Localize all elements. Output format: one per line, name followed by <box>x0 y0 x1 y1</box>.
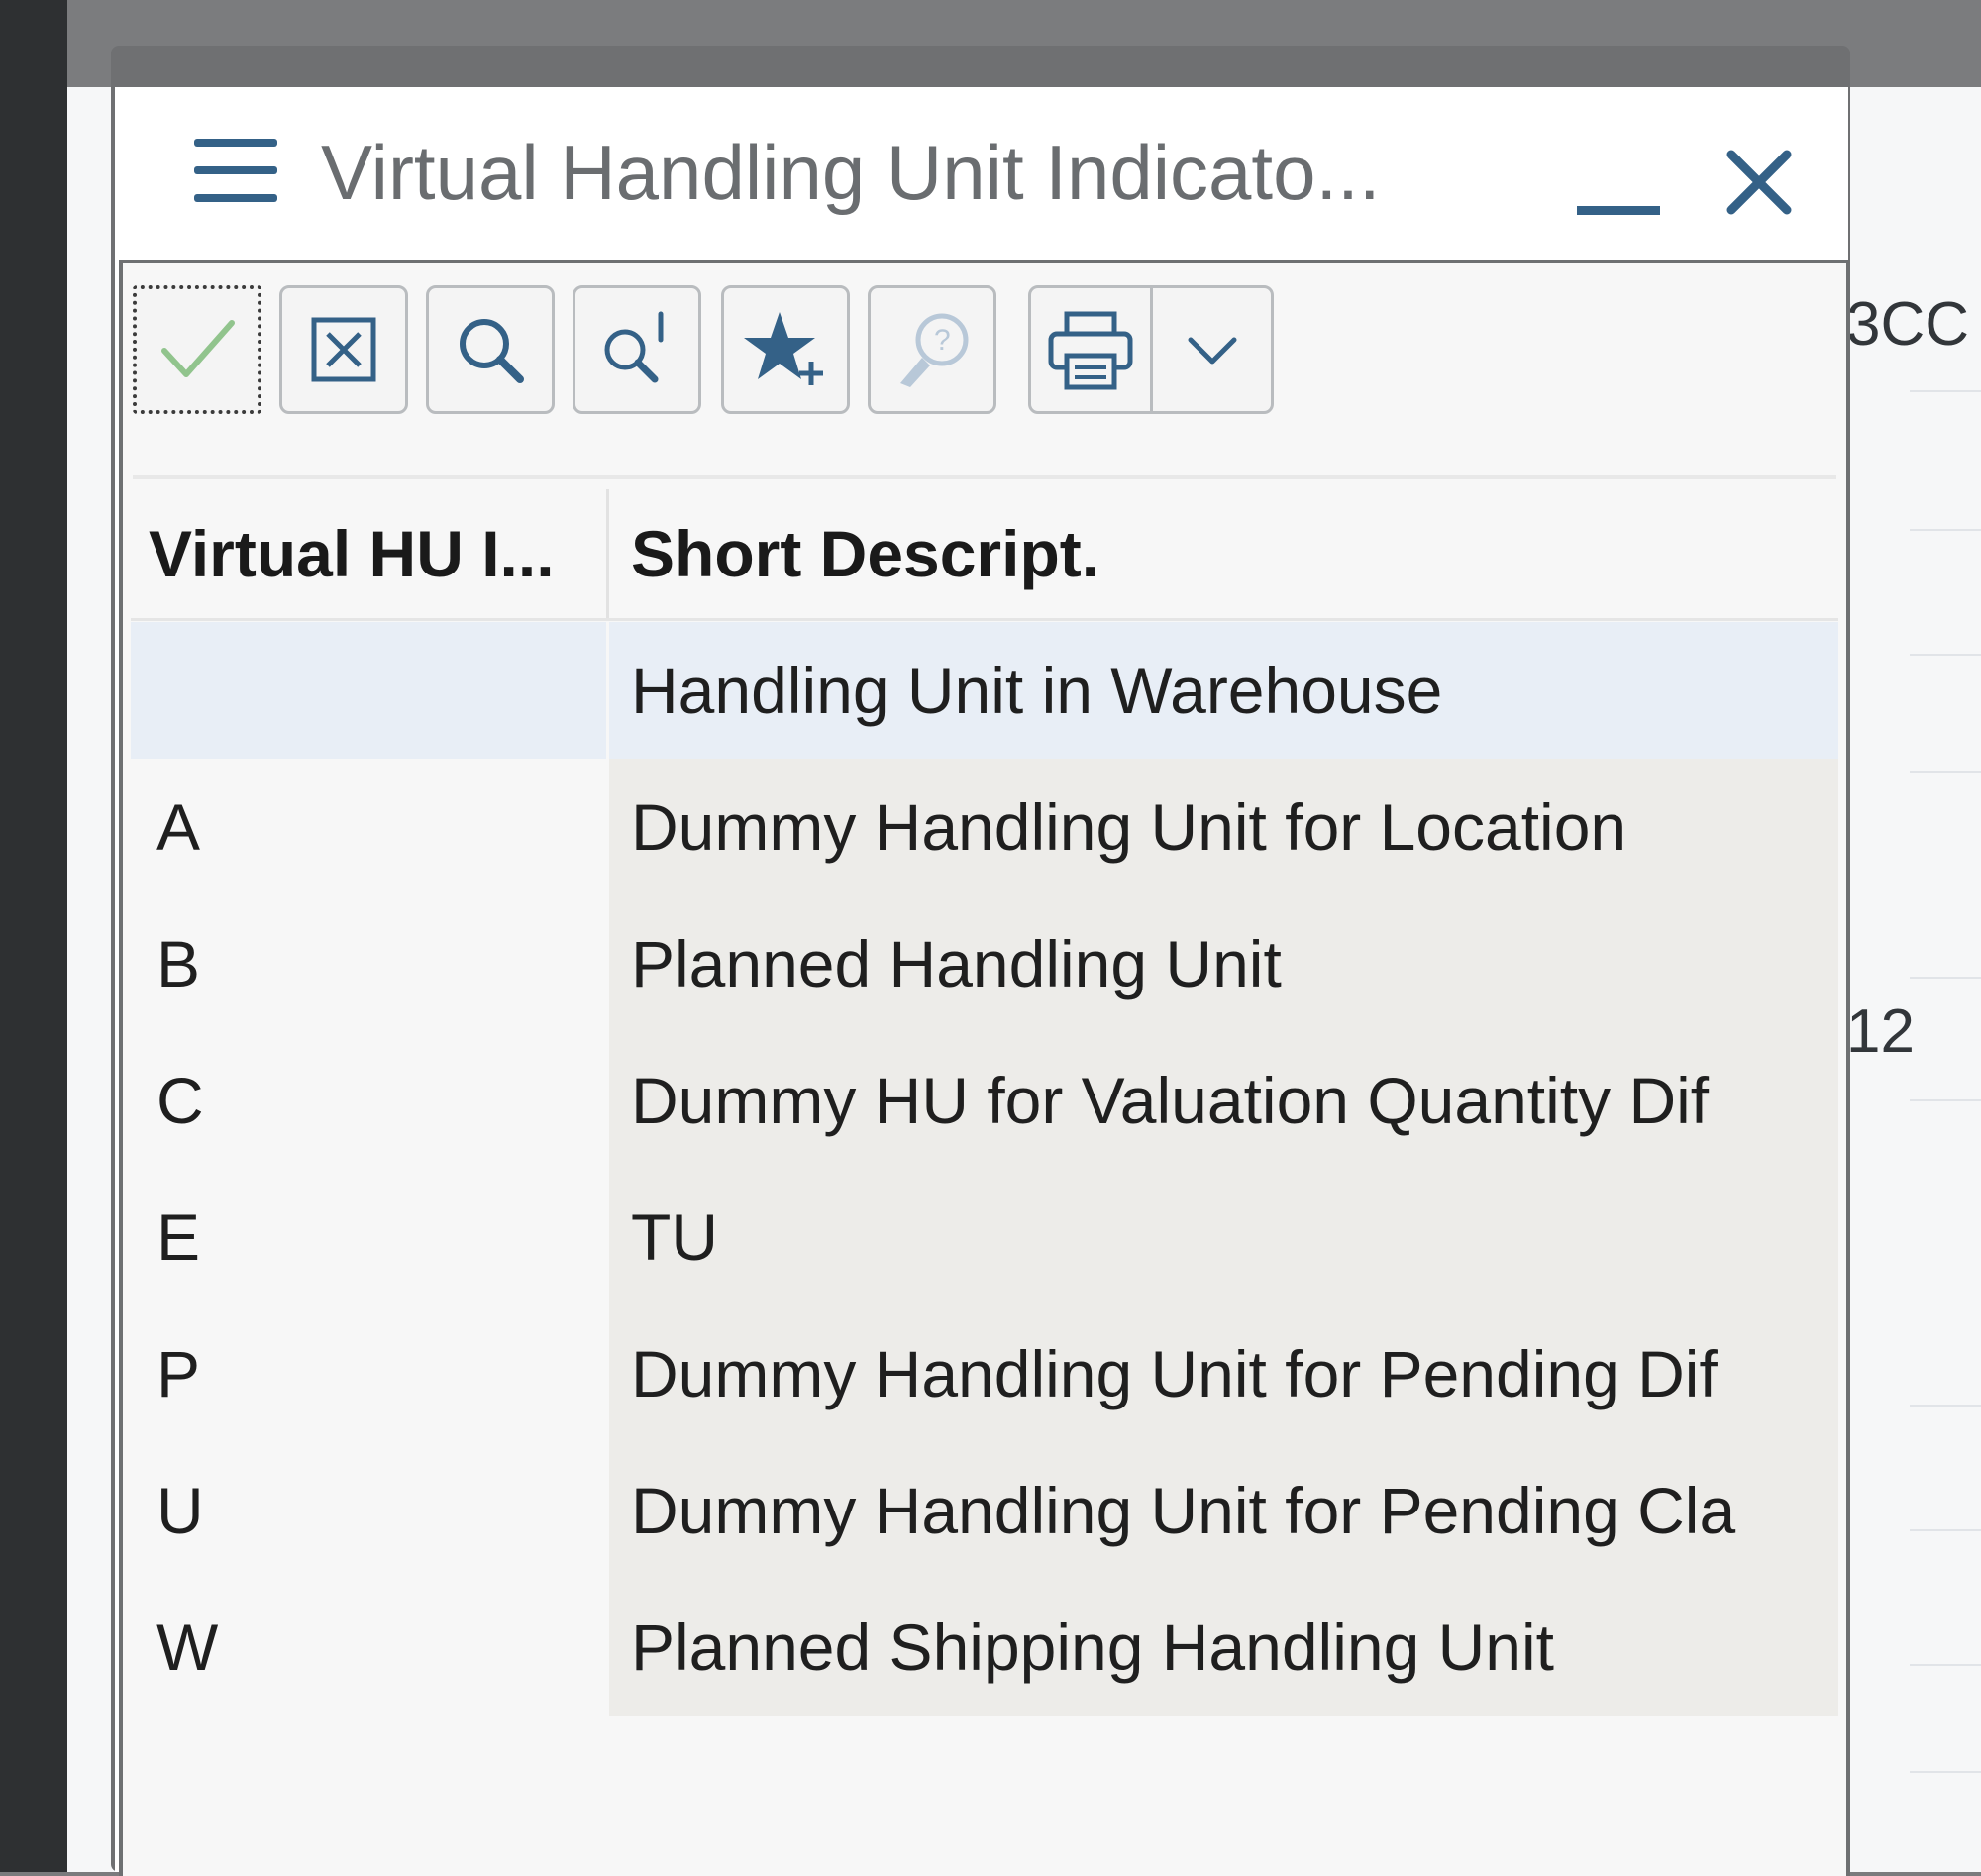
help-icon: ? <box>900 313 969 387</box>
bg-text-fragment: 3CC <box>1846 290 1970 359</box>
bg-divider <box>1910 1405 1981 1407</box>
minimize-icon <box>1577 206 1660 215</box>
table-row[interactable]: A Dummy Handling Unit for Location <box>131 759 1838 895</box>
print-options-dropdown[interactable] <box>1153 288 1272 411</box>
help-button[interactable]: ? <box>868 285 996 414</box>
bg-divider <box>1910 1099 1981 1101</box>
column-divider[interactable] <box>606 489 609 618</box>
row-description: Planned Handling Unit <box>631 927 1282 1000</box>
ok-button[interactable] <box>133 285 261 414</box>
value-help-dialog: Virtual Handling Unit Indicato... ? Virt… <box>115 87 1850 1876</box>
dialog-title-bar[interactable]: Virtual Handling Unit Indicato... <box>115 87 1848 260</box>
row-cell-code: C <box>131 1032 606 1169</box>
row-code: A <box>156 790 201 864</box>
add-favorite-button[interactable] <box>721 285 850 414</box>
toolbar-separator <box>133 475 1836 479</box>
row-cell-code: U <box>131 1442 606 1579</box>
print-button[interactable] <box>1031 288 1150 411</box>
row-description: Dummy Handling Unit for Location <box>631 790 1627 864</box>
table-row[interactable]: Handling Unit in Warehouse <box>131 622 1838 759</box>
row-cell-description: Dummy Handling Unit for Pending Cla <box>609 1442 1838 1579</box>
row-code: E <box>156 1200 201 1274</box>
column-header-virtual-hu[interactable]: Virtual HU I... <box>149 489 594 618</box>
row-cell-description: Handling Unit in Warehouse <box>609 622 1838 759</box>
row-description: Handling Unit in Warehouse <box>631 654 1443 727</box>
row-description: Dummy HU for Valuation Quantity Dif <box>631 1064 1710 1137</box>
bg-divider <box>1910 529 1981 531</box>
row-code: P <box>156 1337 201 1410</box>
row-cell-description: Dummy HU for Valuation Quantity Dif <box>609 1032 1838 1169</box>
close-icon <box>1726 150 1792 215</box>
toolbar: ? <box>133 277 1420 416</box>
row-cell-description: Dummy Handling Unit for Pending Dif <box>609 1305 1838 1442</box>
table-row[interactable]: B Planned Handling Unit <box>131 895 1838 1032</box>
bg-divider <box>1910 1771 1981 1773</box>
hamburger-menu-icon[interactable] <box>194 129 277 212</box>
checkmark-icon <box>161 320 235 377</box>
row-code: C <box>156 1064 204 1137</box>
search-button[interactable] <box>426 285 555 414</box>
svg-text:?: ? <box>934 324 951 357</box>
row-description: Dummy Handling Unit for Pending Dif <box>631 1337 1718 1410</box>
row-cell-code: E <box>131 1169 606 1305</box>
table-row[interactable]: P Dummy Handling Unit for Pending Dif <box>131 1305 1838 1442</box>
bg-text-fragment: 12 <box>1846 997 1915 1066</box>
desktop-left-strip <box>0 0 67 1872</box>
print-button-group <box>1028 285 1274 414</box>
row-cell-code: A <box>131 759 606 895</box>
bg-divider <box>1910 1529 1981 1531</box>
table-header: Virtual HU I... Short Descript. <box>131 489 1838 621</box>
minimize-button[interactable] <box>1561 137 1660 236</box>
table-row[interactable]: U Dummy Handling Unit for Pending Cla <box>131 1442 1838 1579</box>
row-description: Planned Shipping Handling Unit <box>631 1611 1554 1684</box>
cancel-box-icon <box>311 317 376 382</box>
search-icon <box>460 319 524 383</box>
row-cell-code: P <box>131 1305 606 1442</box>
row-cell-description: TU <box>609 1169 1838 1305</box>
row-cell-code <box>131 622 606 759</box>
row-code: W <box>156 1611 219 1684</box>
bg-divider <box>1910 977 1981 979</box>
row-description: TU <box>631 1200 718 1274</box>
bg-divider <box>1910 771 1981 773</box>
table-row[interactable]: C Dummy HU for Valuation Quantity Dif <box>131 1032 1838 1169</box>
close-button[interactable] <box>1710 127 1809 226</box>
chevron-down-icon <box>1188 337 1237 365</box>
print-icon <box>1048 311 1133 390</box>
row-cell-description: Planned Handling Unit <box>609 895 1838 1032</box>
bg-divider <box>1910 1664 1981 1666</box>
bg-divider <box>1910 654 1981 656</box>
search-more-button[interactable] <box>573 285 701 414</box>
dialog-title: Virtual Handling Unit Indicato... <box>321 129 1381 216</box>
row-code: B <box>156 927 201 1000</box>
row-cell-code: W <box>131 1579 606 1716</box>
row-cell-code: B <box>131 895 606 1032</box>
table-row[interactable]: W Planned Shipping Handling Unit <box>131 1579 1838 1716</box>
row-cell-description: Planned Shipping Handling Unit <box>609 1579 1838 1716</box>
table-row[interactable]: E TU <box>131 1169 1838 1305</box>
bg-divider <box>1910 390 1981 392</box>
column-header-short-description[interactable]: Short Descript. <box>631 489 1820 618</box>
dialog-content: ? Virtual HU I... Short Descript. Handli… <box>119 260 1850 1876</box>
search-more-icon <box>604 311 664 383</box>
row-cell-description: Dummy Handling Unit for Location <box>609 759 1838 895</box>
cancel-button[interactable] <box>279 285 408 414</box>
add-favorite-icon <box>744 312 823 385</box>
row-code: U <box>156 1474 204 1547</box>
row-description: Dummy Handling Unit for Pending Cla <box>631 1474 1736 1547</box>
